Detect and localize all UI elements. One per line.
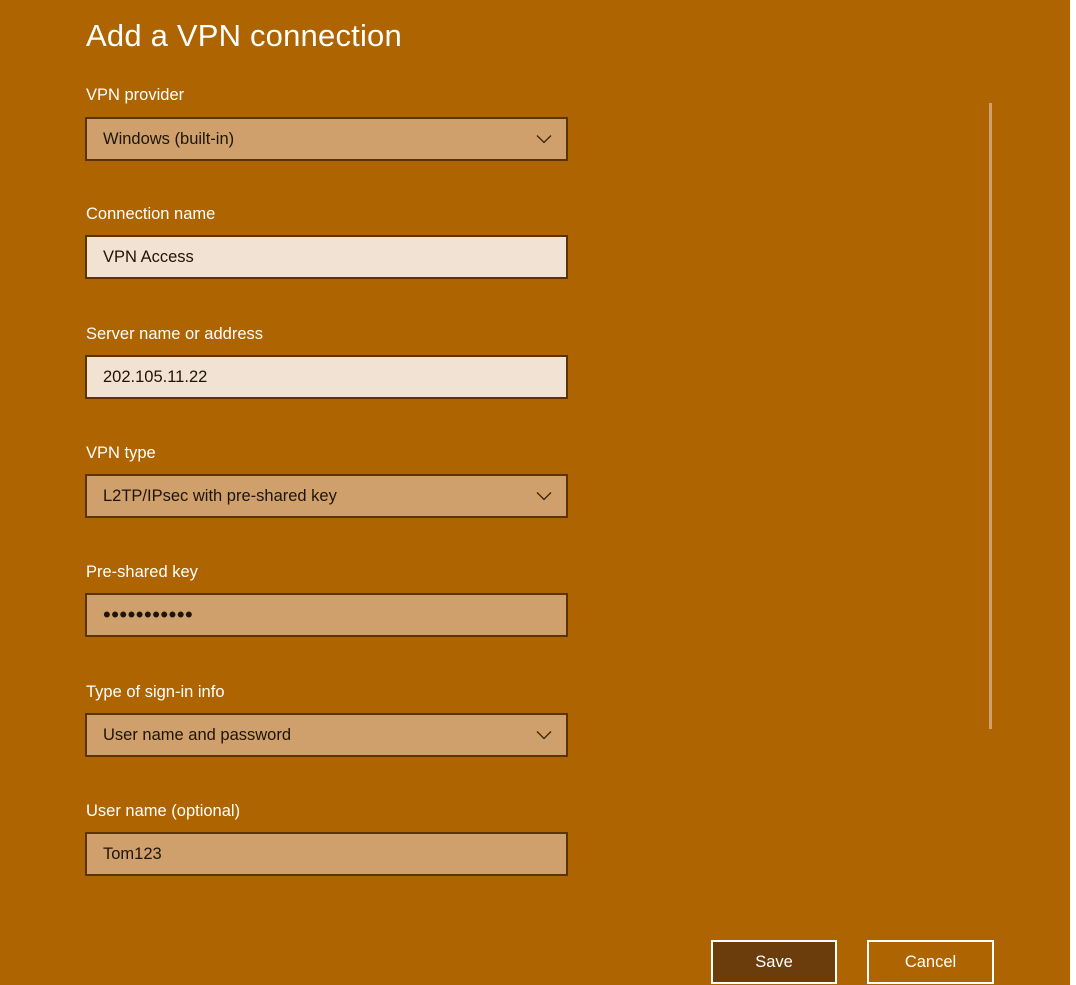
save-button[interactable]: Save — [711, 940, 837, 984]
connection-name-label: Connection name — [86, 205, 216, 223]
vpn-provider-value: Windows (built-in) — [103, 129, 235, 148]
sign-in-type-value: User name and password — [103, 725, 292, 744]
vpn-type-value: L2TP/IPsec with pre-shared key — [103, 486, 337, 505]
pre-shared-key-value: ••••••••••• — [103, 602, 194, 627]
chevron-down-icon — [536, 135, 552, 144]
user-name-value: Tom123 — [103, 844, 162, 863]
sign-in-type-dropdown[interactable]: User name and password — [85, 713, 568, 757]
scrollbar[interactable] — [989, 103, 992, 729]
server-address-input[interactable]: 202.105.11.22 — [85, 355, 568, 399]
connection-name-input[interactable]: VPN Access — [85, 235, 568, 279]
sign-in-type-label: Type of sign-in info — [86, 683, 225, 701]
chevron-down-icon — [536, 731, 552, 740]
user-name-input[interactable]: Tom123 — [85, 832, 568, 876]
user-name-label: User name (optional) — [86, 802, 241, 820]
add-vpn-dialog: Add a VPN connection VPN provider Window… — [0, 0, 1070, 985]
vpn-provider-label: VPN provider — [86, 86, 185, 104]
server-address-value: 202.105.11.22 — [103, 367, 208, 386]
connection-name-value: VPN Access — [103, 247, 194, 266]
vpn-type-label: VPN type — [86, 444, 156, 462]
pre-shared-key-input[interactable]: ••••••••••• — [85, 593, 568, 637]
chevron-down-icon — [536, 492, 552, 501]
pre-shared-key-label: Pre-shared key — [86, 563, 198, 581]
vpn-type-dropdown[interactable]: L2TP/IPsec with pre-shared key — [85, 474, 568, 518]
server-address-label: Server name or address — [86, 325, 263, 343]
vpn-provider-dropdown[interactable]: Windows (built-in) — [85, 117, 568, 161]
cancel-button[interactable]: Cancel — [867, 940, 994, 984]
dialog-title: Add a VPN connection — [86, 18, 402, 53]
